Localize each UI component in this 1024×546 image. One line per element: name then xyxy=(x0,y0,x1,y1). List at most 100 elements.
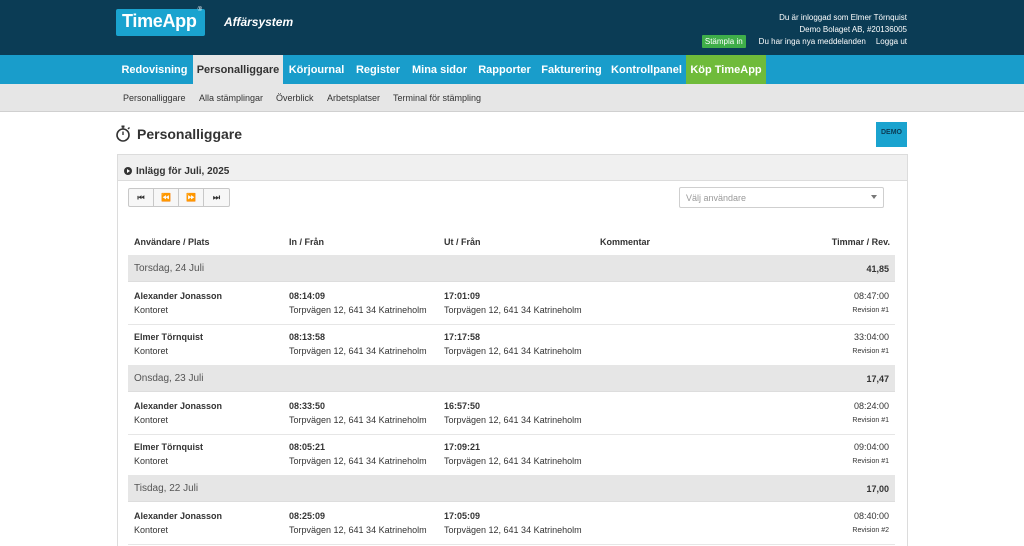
nav-fakturering[interactable]: Fakturering xyxy=(536,55,607,84)
entry-out-time: 16:57:50 xyxy=(444,401,481,411)
day-label: Torsdag, 24 Juli xyxy=(134,263,205,274)
day-total: 17,47 xyxy=(866,374,889,384)
day-total: 41,85 xyxy=(866,264,889,274)
entry-out-address: Torpvägen 12, 641 34 Katrineholm xyxy=(444,456,582,466)
day-label: Onsdag, 23 Juli xyxy=(134,373,204,384)
subnav-alla-stamplingar[interactable]: Alla stämplingar xyxy=(199,93,263,103)
chevron-down-icon xyxy=(871,195,877,199)
entry-out-address: Torpvägen 12, 641 34 Katrineholm xyxy=(444,305,582,315)
subnav-arbetsplatser[interactable]: Arbetsplatser xyxy=(327,93,380,103)
col-out: Ut / Från xyxy=(444,237,481,247)
logo-text: TimeApp xyxy=(122,11,197,31)
entry-place: Kontoret xyxy=(134,305,169,315)
day-total: 17,00 xyxy=(866,484,889,494)
nav-korjournal[interactable]: Körjournal xyxy=(283,55,350,84)
nav-redovisning[interactable]: Redovisning xyxy=(116,55,193,84)
entry-out-address: Torpvägen 12, 641 34 Katrineholm xyxy=(444,346,582,356)
table-row[interactable]: Alexander Jonasson Kontoret 08:25:09 Tor… xyxy=(128,503,895,545)
sub-nav: Personalliggare Alla stämplingar Överbli… xyxy=(0,84,1024,112)
user-select-placeholder: Välj användare xyxy=(686,193,747,203)
stampla-in-button[interactable]: Stämpla in xyxy=(701,35,746,48)
logged-in-text: Du är inloggad som Elmer Törnquist xyxy=(779,13,907,22)
stopwatch-icon xyxy=(116,125,130,142)
col-user: Användare / Plats xyxy=(134,237,210,247)
entry-in-time: 08:33:50 xyxy=(289,401,326,411)
app-subtitle: Affärsystem xyxy=(224,15,294,29)
entry-hours: 09:04:00 xyxy=(853,442,889,452)
entry-place: Kontoret xyxy=(134,525,169,535)
entry-in-time: 08:05:21 xyxy=(289,442,326,452)
page-title: Personalliggare xyxy=(137,126,243,142)
table-row[interactable]: Elmer Törnquist Kontoret 08:05:21 Torpvä… xyxy=(128,434,895,476)
col-hours: Timmar / Rev. xyxy=(831,237,890,247)
nav-register[interactable]: Register xyxy=(350,55,406,84)
entry-user: Elmer Törnquist xyxy=(134,332,204,342)
table-row[interactable]: Alexander Jonasson Kontoret 08:33:50 Tor… xyxy=(128,393,895,435)
entry-revision: Revision #1 xyxy=(852,348,889,355)
col-in: In / Från xyxy=(289,237,325,247)
user-select[interactable]: Välj användare xyxy=(679,187,884,208)
entry-in-address: Torpvägen 12, 641 34 Katrineholm xyxy=(289,525,427,535)
prev-page-button[interactable]: ⏪ xyxy=(154,189,179,206)
day-label: Tisdag, 22 Juli xyxy=(134,483,199,494)
nav-mina-sidor[interactable]: Mina sidor xyxy=(406,55,473,84)
entry-user: Alexander Jonasson xyxy=(134,511,223,521)
entry-in-address: Torpvägen 12, 641 34 Katrineholm xyxy=(289,456,427,466)
entry-out-time: 17:01:09 xyxy=(444,291,481,301)
entry-revision: Revision #2 xyxy=(852,527,889,534)
messages-link[interactable]: Du har inga nya meddelanden xyxy=(759,37,866,46)
nav-kop-timeapp[interactable]: Köp TimeApp xyxy=(686,55,766,84)
entry-out-time: 17:09:21 xyxy=(444,442,481,452)
table-row[interactable]: Elmer Törnquist Kontoret 08:13:58 Torpvä… xyxy=(128,324,895,366)
entry-hours: 08:40:00 xyxy=(853,511,889,521)
main-nav: Redovisning Personalliggare Körjournal R… xyxy=(0,55,1024,84)
entry-hours: 08:24:00 xyxy=(853,401,889,411)
last-page-button[interactable]: ⏭ xyxy=(204,189,229,206)
entries-panel: Inlägg för Juli, 2025 ⏮ ⏪ ⏩ ⏭ Välj använ… xyxy=(117,154,908,546)
entry-in-address: Torpvägen 12, 641 34 Katrineholm xyxy=(289,346,427,356)
entry-place: Kontoret xyxy=(134,456,169,466)
entry-place: Kontoret xyxy=(134,346,169,356)
entry-user: Alexander Jonasson xyxy=(134,291,223,301)
subnav-overblick[interactable]: Överblick xyxy=(276,93,314,103)
subnav-terminal[interactable]: Terminal för stämpling xyxy=(393,93,481,103)
day-row: Onsdag, 23 Juli 17,47 xyxy=(128,365,895,392)
entry-in-time: 08:13:58 xyxy=(289,332,326,342)
user-info: Du är inloggad som Elmer Törnquist Demo … xyxy=(779,12,907,36)
logout-link[interactable]: Logga ut xyxy=(876,37,907,46)
panel-header[interactable]: Inlägg för Juli, 2025 xyxy=(118,155,907,181)
day-row: Torsdag, 24 Juli 41,85 xyxy=(128,255,895,282)
nav-rapporter[interactable]: Rapporter xyxy=(473,55,536,84)
entry-in-time: 08:14:09 xyxy=(289,291,326,301)
nav-kontrollpanel[interactable]: Kontrollpanel xyxy=(607,55,686,84)
top-bar: TimeApp® Affärsystem Du är inloggad som … xyxy=(0,0,1024,55)
entry-out-address: Torpvägen 12, 641 34 Katrineholm xyxy=(444,415,582,425)
entry-revision: Revision #1 xyxy=(852,417,889,424)
nav-personalliggare[interactable]: Personalliggare xyxy=(193,55,283,84)
timeapp-logo[interactable]: TimeApp® xyxy=(116,7,205,36)
next-page-button[interactable]: ⏩ xyxy=(179,189,204,206)
pager: ⏮ ⏪ ⏩ ⏭ xyxy=(128,188,230,207)
entry-user: Elmer Törnquist xyxy=(134,442,204,452)
entry-out-address: Torpvägen 12, 641 34 Katrineholm xyxy=(444,525,582,535)
entry-out-time: 17:05:09 xyxy=(444,511,481,521)
table-row[interactable]: Alexander Jonasson Kontoret 08:14:09 Tor… xyxy=(128,283,895,325)
col-comment: Kommentar xyxy=(600,237,651,247)
entry-in-address: Torpvägen 12, 641 34 Katrineholm xyxy=(289,415,427,425)
entry-out-time: 17:17:58 xyxy=(444,332,481,342)
entry-user: Alexander Jonasson xyxy=(134,401,223,411)
entry-hours: 33:04:00 xyxy=(853,332,889,342)
entry-place: Kontoret xyxy=(134,415,169,425)
entry-revision: Revision #1 xyxy=(852,307,889,314)
entry-hours: 08:47:00 xyxy=(853,291,889,301)
entry-in-time: 08:25:09 xyxy=(289,511,326,521)
logo-mark: ® xyxy=(197,7,202,13)
entry-revision: Revision #1 xyxy=(852,458,889,465)
user-actions: Stämpla in Du har inga nya meddelanden L… xyxy=(701,35,907,48)
first-page-button[interactable]: ⏮ xyxy=(129,189,154,206)
entry-in-address: Torpvägen 12, 641 34 Katrineholm xyxy=(289,305,427,315)
panel-heading: Inlägg för Juli, 2025 xyxy=(136,165,230,177)
play-circle-icon xyxy=(124,167,132,175)
subnav-personalliggare[interactable]: Personalliggare xyxy=(123,93,186,103)
demo-badge: DEMO xyxy=(876,122,907,147)
